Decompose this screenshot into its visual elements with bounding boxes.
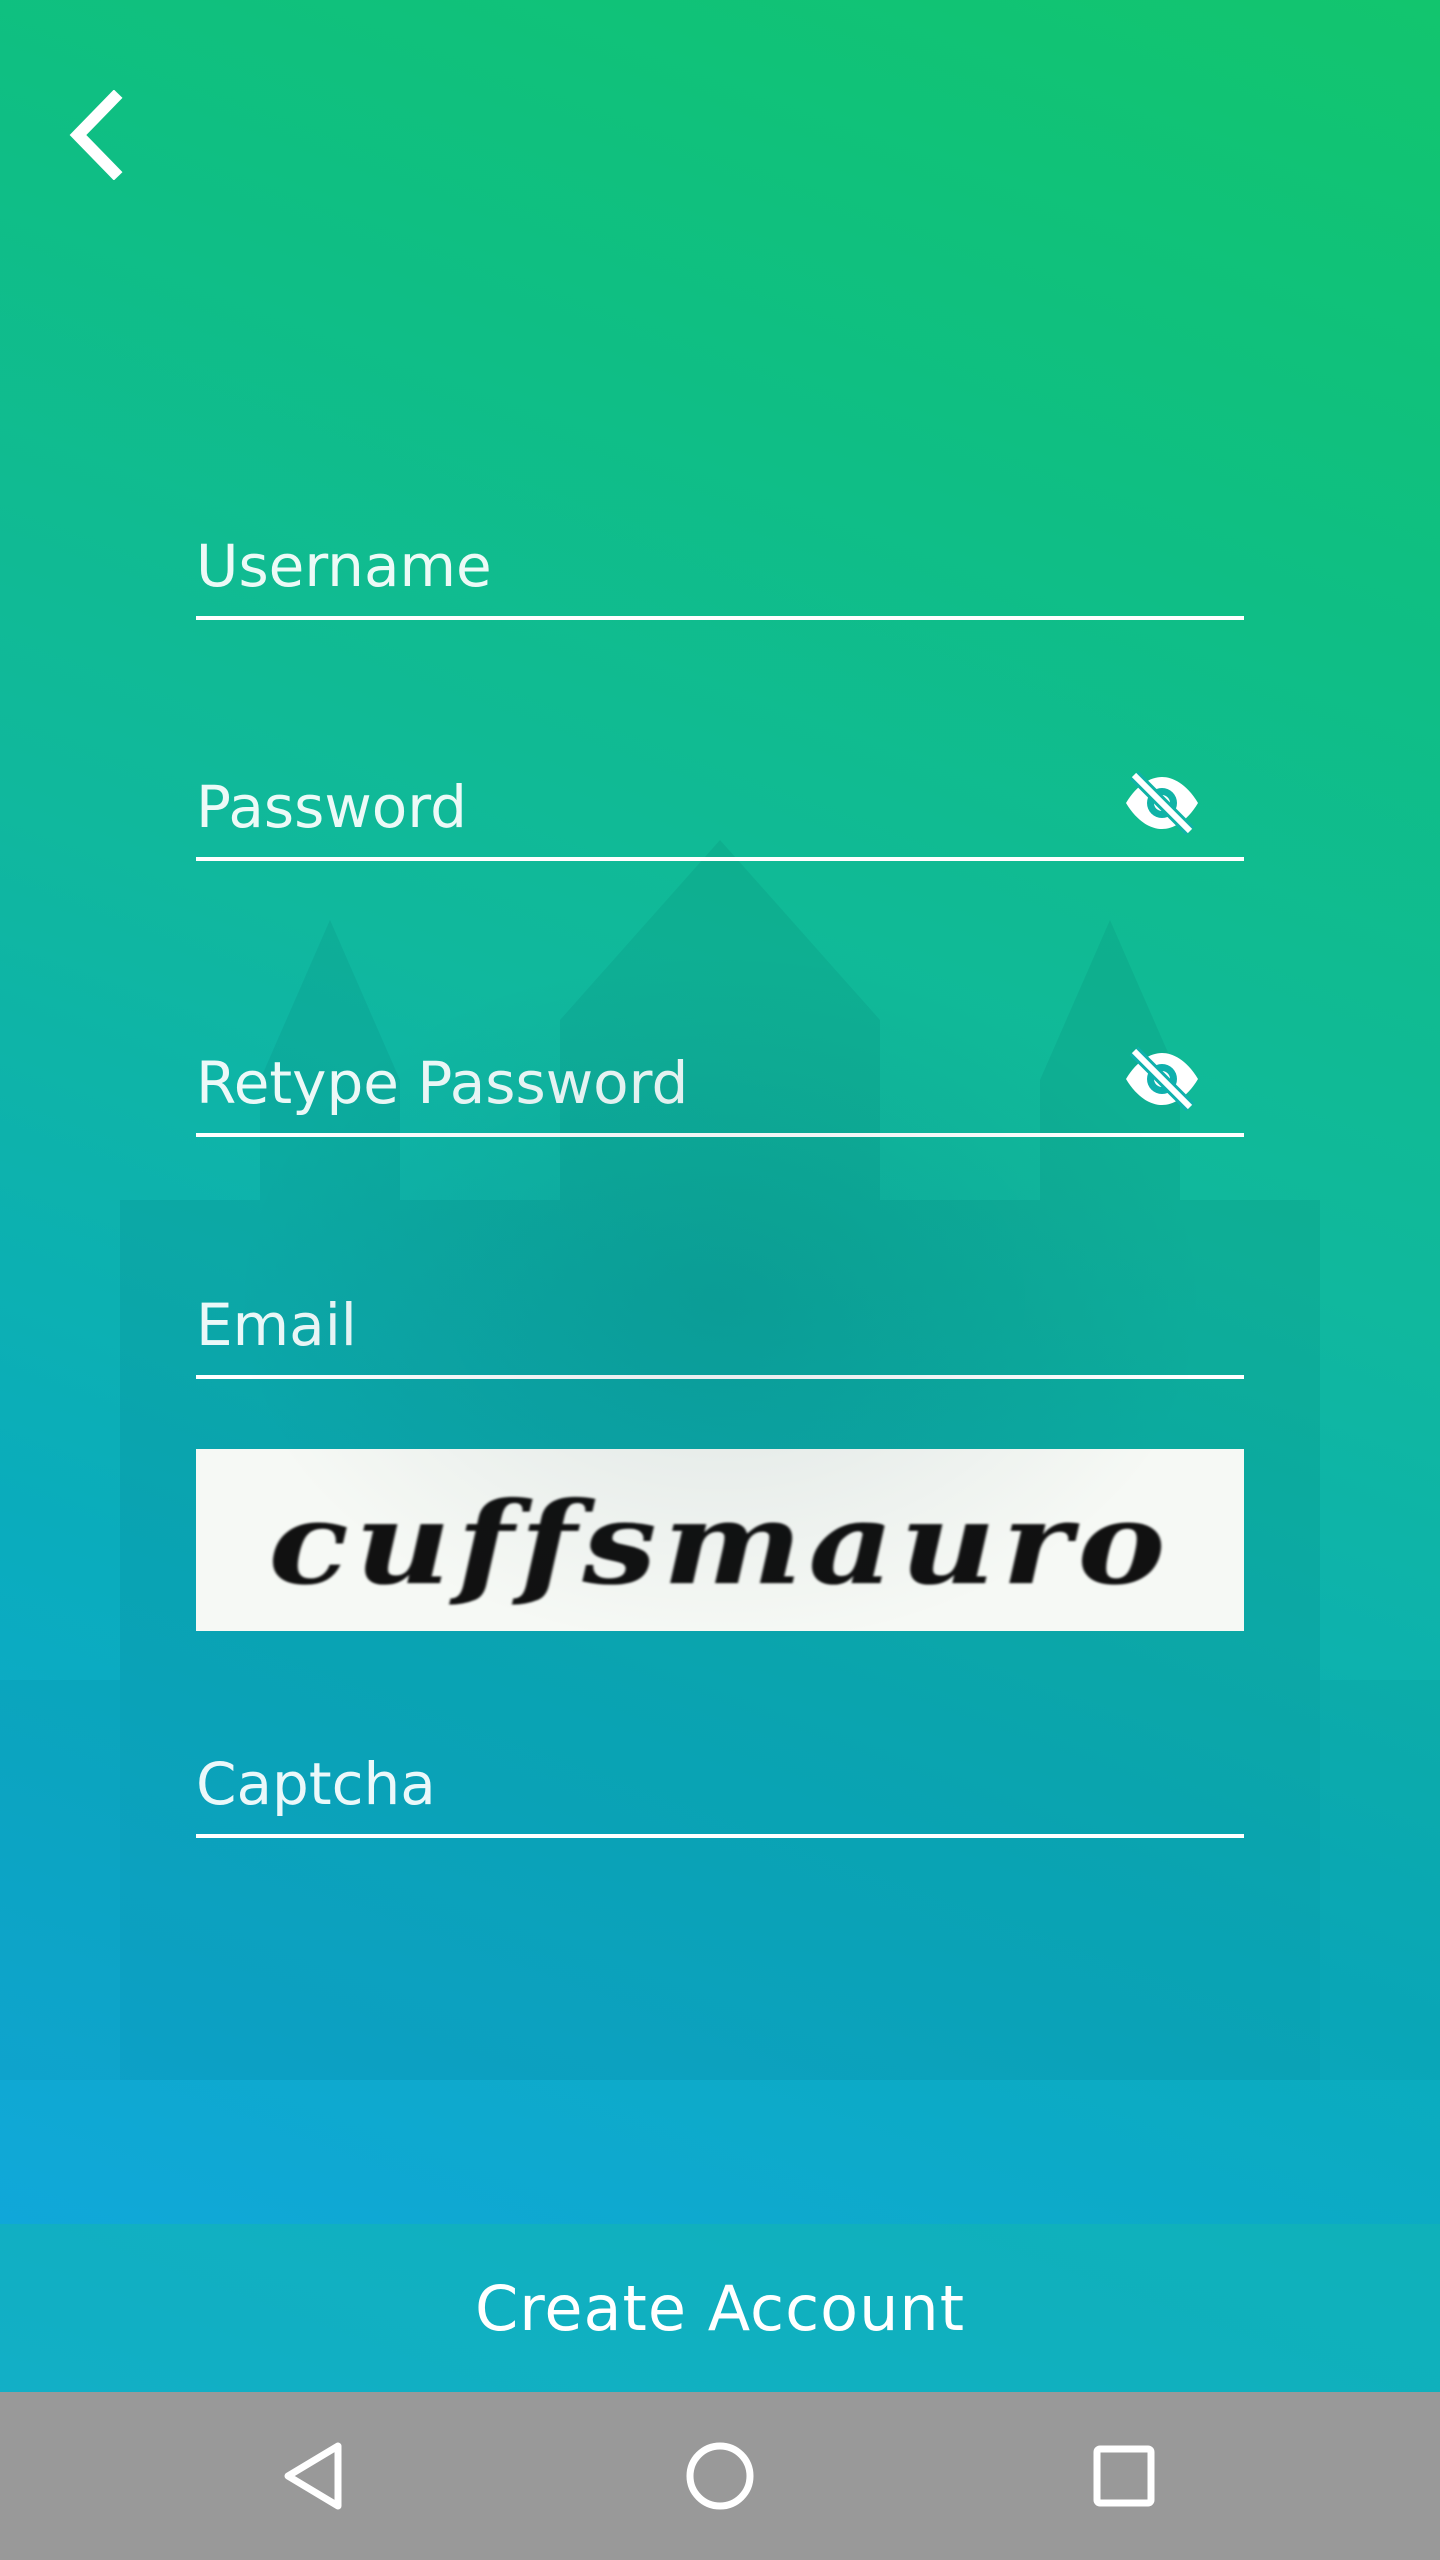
system-navigation-bar — [0, 2392, 1440, 2560]
eye-off-icon — [1126, 1047, 1198, 1111]
create-account-label: Create Account — [474, 2271, 966, 2345]
triangle-back-icon — [284, 2442, 342, 2510]
username-input[interactable] — [196, 526, 1244, 606]
password-visibility-toggle[interactable] — [1120, 761, 1204, 845]
retype-password-field — [196, 1033, 1244, 1137]
back-button[interactable] — [56, 80, 136, 190]
email-field — [196, 1275, 1244, 1379]
captcha-field — [196, 1734, 1244, 1838]
create-account-button[interactable]: Create Account — [0, 2224, 1440, 2392]
captcha-input[interactable] — [196, 1744, 1244, 1824]
captcha-image: cuffsmauro — [196, 1449, 1244, 1631]
square-recents-icon — [1093, 2445, 1155, 2507]
password-field — [196, 757, 1244, 861]
captcha-image-text: cuffsmauro — [268, 1476, 1172, 1611]
system-back-button[interactable] — [266, 2426, 366, 2526]
email-input[interactable] — [196, 1285, 1244, 1365]
background-building-image — [0, 840, 1440, 2080]
password-input[interactable] — [196, 767, 1124, 847]
eye-off-icon — [1126, 771, 1198, 835]
system-recents-button[interactable] — [1074, 2426, 1174, 2526]
circle-home-icon — [686, 2442, 754, 2510]
signup-screen: cuffsmauro Create Account — [0, 0, 1440, 2392]
chevron-left-icon — [69, 90, 123, 180]
system-home-button[interactable] — [670, 2426, 770, 2526]
retype-password-input[interactable] — [196, 1043, 1124, 1123]
retype-password-visibility-toggle[interactable] — [1120, 1037, 1204, 1121]
username-field — [196, 516, 1244, 620]
